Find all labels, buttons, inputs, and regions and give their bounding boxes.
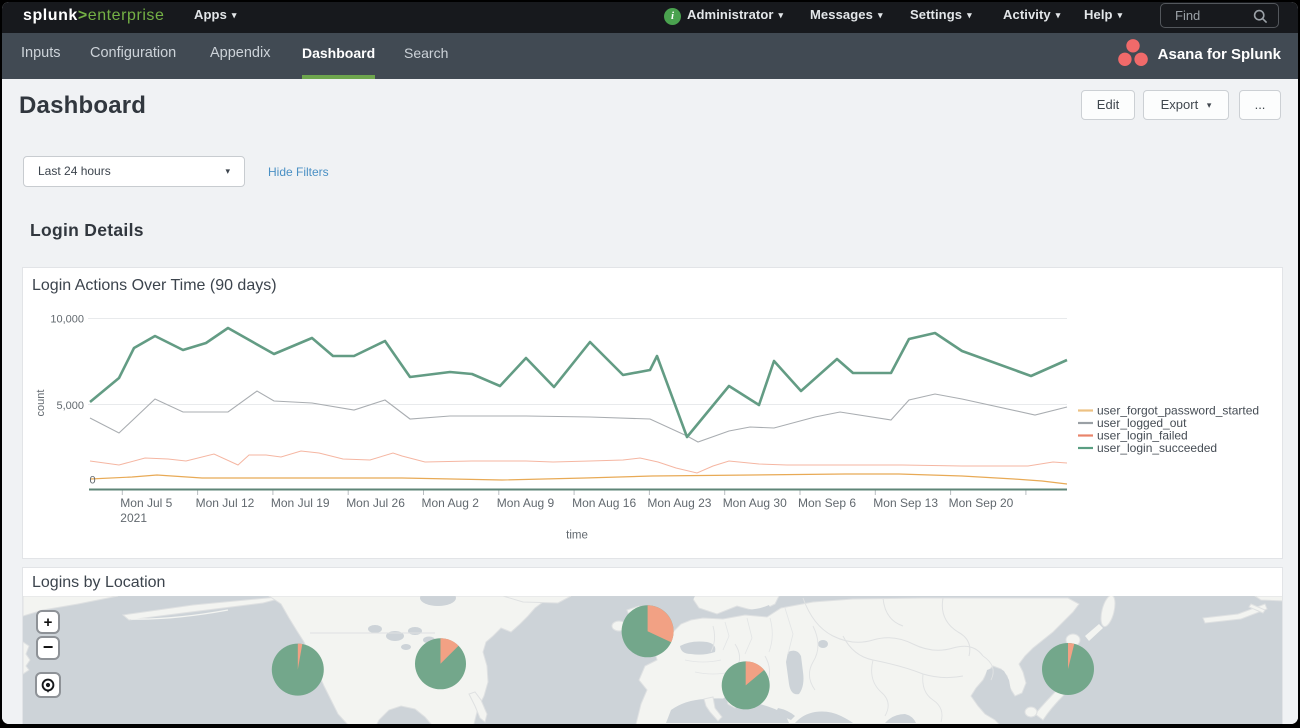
svg-text:Mon Aug 2: Mon Aug 2	[422, 496, 480, 510]
svg-text:Mon Jul 12: Mon Jul 12	[196, 496, 255, 510]
svg-text:time: time	[566, 530, 588, 542]
svg-text:Mon Aug 30: Mon Aug 30	[723, 496, 787, 510]
svg-text:Mon Jul 26: Mon Jul 26	[346, 496, 405, 510]
svg-text:2021: 2021	[120, 511, 147, 525]
svg-text:count: count	[35, 390, 47, 417]
svg-text:Mon Jul 5: Mon Jul 5	[120, 496, 172, 510]
svg-text:Mon Sep 6: Mon Sep 6	[798, 496, 856, 510]
svg-text:Mon Sep 20: Mon Sep 20	[949, 496, 1014, 510]
svg-text:Mon Aug 9: Mon Aug 9	[497, 496, 555, 510]
svg-text:Mon Jul 19: Mon Jul 19	[271, 496, 330, 510]
svg-text:Mon Aug 23: Mon Aug 23	[647, 496, 711, 510]
svg-text:user_login_succeeded: user_login_succeeded	[1097, 441, 1217, 455]
svg-text:0: 0	[90, 475, 96, 487]
svg-text:Mon Sep 13: Mon Sep 13	[873, 496, 938, 510]
svg-text:Mon Aug 16: Mon Aug 16	[572, 496, 636, 510]
svg-text:10,000: 10,000	[50, 314, 84, 326]
svg-text:5,000: 5,000	[56, 400, 84, 412]
